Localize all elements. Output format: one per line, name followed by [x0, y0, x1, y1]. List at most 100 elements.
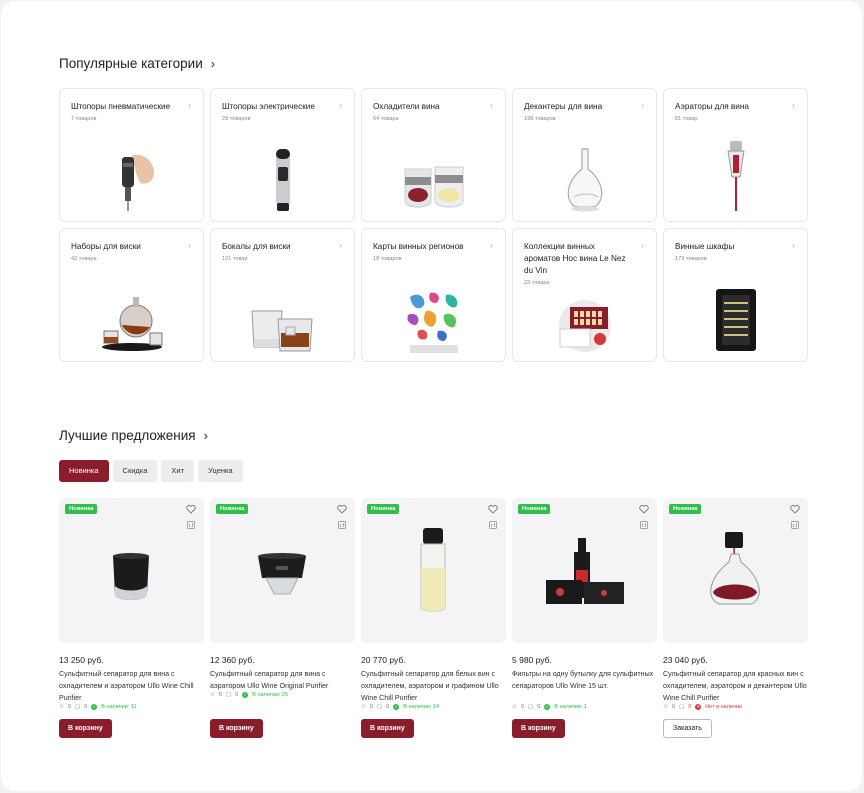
chevron-right-icon: › — [641, 100, 644, 110]
add-to-cart-button[interactable]: В корзину — [59, 719, 112, 738]
product-price: 20 770 руб. — [361, 655, 406, 665]
add-to-cart-button[interactable]: В корзину — [210, 719, 263, 738]
category-card[interactable]: Наборы для виски 42 товара › — [59, 228, 204, 362]
category-count: 23 товара — [524, 280, 550, 286]
chevron-right-icon: › — [188, 100, 191, 110]
category-card[interactable]: Штопоры электрические 29 товаров › — [210, 88, 355, 222]
product-photo — [710, 532, 760, 605]
product-card: Новинка 20 770 руб. Сульфитный сепаратор… — [361, 498, 506, 738]
new-badge: Новинка — [216, 504, 249, 514]
aerator-image — [726, 141, 745, 211]
chevron-right-icon: › — [203, 428, 208, 443]
heart-icon[interactable] — [337, 504, 347, 514]
wine-map-image — [406, 292, 458, 353]
tab-markdown[interactable]: Уценка — [198, 460, 243, 482]
product-title[interactable]: Сульфитный сепаратор для белых вин с охл… — [361, 669, 506, 705]
chevron-right-icon: › — [792, 240, 795, 250]
category-name: Бокалы для виски — [222, 242, 291, 251]
wine-cabinet-image — [715, 289, 756, 351]
add-to-cart-button[interactable]: В корзину — [512, 719, 565, 738]
pneumatic-corkscrew-image — [121, 154, 154, 211]
product-meta: ☆ 0 ▢ 0 ✓ В наличии: 1 — [512, 704, 587, 710]
category-card[interactable]: Бокалы для виски 121 товар › — [210, 228, 355, 362]
product-title[interactable]: Сульфитный сепаратор для красных вин с о… — [663, 669, 808, 705]
category-name: Коллекции винных ароматов Нос вина Le Ne… — [524, 242, 626, 275]
comment-icon: ▢ — [75, 704, 81, 710]
comment-icon: ▢ — [226, 692, 232, 698]
check-icon: ✓ — [544, 704, 551, 710]
category-card[interactable]: Коллекции винных ароматов Нос вина Le Ne… — [512, 228, 657, 362]
category-count: 198 товаров — [524, 116, 556, 122]
product-meta: ☆ 0 ▢ 0 ✓ В наличии: 25 — [210, 692, 288, 698]
check-icon: ✓ — [393, 704, 400, 710]
new-badge: Новинка — [669, 504, 702, 514]
heart-icon[interactable] — [186, 504, 196, 514]
category-name: Охладители вина — [373, 102, 440, 111]
compare-icon[interactable] — [640, 521, 648, 529]
rating-value: 0 — [67, 704, 71, 710]
cross-icon: ✕ — [695, 704, 702, 710]
tab-discount[interactable]: Скидка — [112, 460, 158, 482]
rating-value: 0 — [520, 704, 524, 710]
rating-value: 0 — [671, 704, 675, 710]
product-image-area[interactable]: Новинка — [210, 498, 355, 643]
product-title[interactable]: Сульфитный сепаратор для вина с охладите… — [59, 669, 204, 705]
compare-icon[interactable] — [489, 521, 497, 529]
best-offers-title: Лучшие предложения — [59, 428, 196, 443]
category-name: Аэраторы для вина — [675, 102, 749, 111]
compare-icon[interactable] — [791, 521, 799, 529]
reviews-value: 0 — [537, 704, 541, 710]
category-card[interactable]: Аэраторы для вина 81 товар › — [663, 88, 808, 222]
compare-icon[interactable] — [187, 521, 195, 529]
product-title[interactable]: Фильтры на одну бутылку для сульфитных с… — [512, 669, 657, 705]
tab-hit[interactable]: Хит — [161, 460, 195, 482]
star-icon: ☆ — [512, 704, 517, 710]
best-offers-heading[interactable]: Лучшие предложения › — [59, 428, 208, 443]
chevron-right-icon: › — [792, 100, 795, 110]
stock-status: Нет в наличии — [705, 704, 742, 710]
product-title[interactable]: Сульфитный сепаратор для вина с аэраторо… — [210, 669, 355, 705]
whisky-glasses-image — [250, 310, 313, 352]
offer-tabs: Новинка Скидка Хит Уценка — [59, 460, 243, 482]
category-card[interactable]: Штопоры пневматические 7 товаров › — [59, 88, 204, 222]
product-price: 13 250 руб. — [59, 655, 104, 665]
decanter-image — [567, 148, 602, 212]
category-name: Декантеры для вина — [524, 102, 603, 111]
order-button[interactable]: Заказать — [663, 719, 712, 738]
star-icon: ☆ — [210, 692, 215, 698]
chevron-right-icon: › — [339, 100, 342, 110]
reviews-value: 0 — [235, 692, 239, 698]
rating-value: 0 — [218, 692, 222, 698]
product-image-area[interactable]: Новинка — [361, 498, 506, 643]
category-card[interactable]: Охладители вина 64 товара › — [361, 88, 506, 222]
comment-icon: ▢ — [679, 704, 685, 710]
category-count: 121 товар — [222, 256, 248, 262]
category-name: Штопоры пневматические — [71, 102, 171, 111]
whisky-set-image — [101, 297, 162, 351]
compare-icon[interactable] — [338, 521, 346, 529]
product-photo — [258, 553, 306, 595]
add-to-cart-button[interactable]: В корзину — [361, 719, 414, 738]
comment-icon: ▢ — [377, 704, 383, 710]
category-count: 7 товаров — [71, 116, 97, 122]
heart-icon[interactable] — [488, 504, 498, 514]
product-image-area[interactable]: Новинка — [512, 498, 657, 643]
chevron-right-icon: › — [490, 100, 493, 110]
category-card[interactable]: Декантеры для вина 198 товаров › — [512, 88, 657, 222]
product-card: Новинка 23 040 руб. Сульфитный сепаратор… — [663, 498, 808, 738]
reviews-value: 0 — [688, 704, 692, 710]
product-image-area[interactable]: Новинка — [663, 498, 808, 643]
heart-icon[interactable] — [639, 504, 649, 514]
reviews-value: 0 — [84, 704, 88, 710]
product-list: Новинка 13 250 руб. Сульфитный сепаратор… — [59, 498, 808, 738]
product-meta: ☆ 0 ▢ 0 ✓ В наличии: 14 — [361, 704, 439, 710]
tab-new[interactable]: Новинка — [59, 460, 109, 482]
chevron-right-icon: › — [210, 56, 216, 71]
category-card[interactable]: Карты винных регионов 18 товаров › — [361, 228, 506, 362]
product-card: Новинка 12 360 руб. Сульфитный сепаратор… — [210, 498, 355, 738]
product-image-area[interactable]: Новинка — [59, 498, 204, 643]
product-photo — [420, 528, 446, 612]
heart-icon[interactable] — [790, 504, 800, 514]
category-card[interactable]: Винные шкафы 179 товаров › — [663, 228, 808, 362]
popular-categories-heading[interactable]: Популярные категории › — [59, 56, 215, 71]
